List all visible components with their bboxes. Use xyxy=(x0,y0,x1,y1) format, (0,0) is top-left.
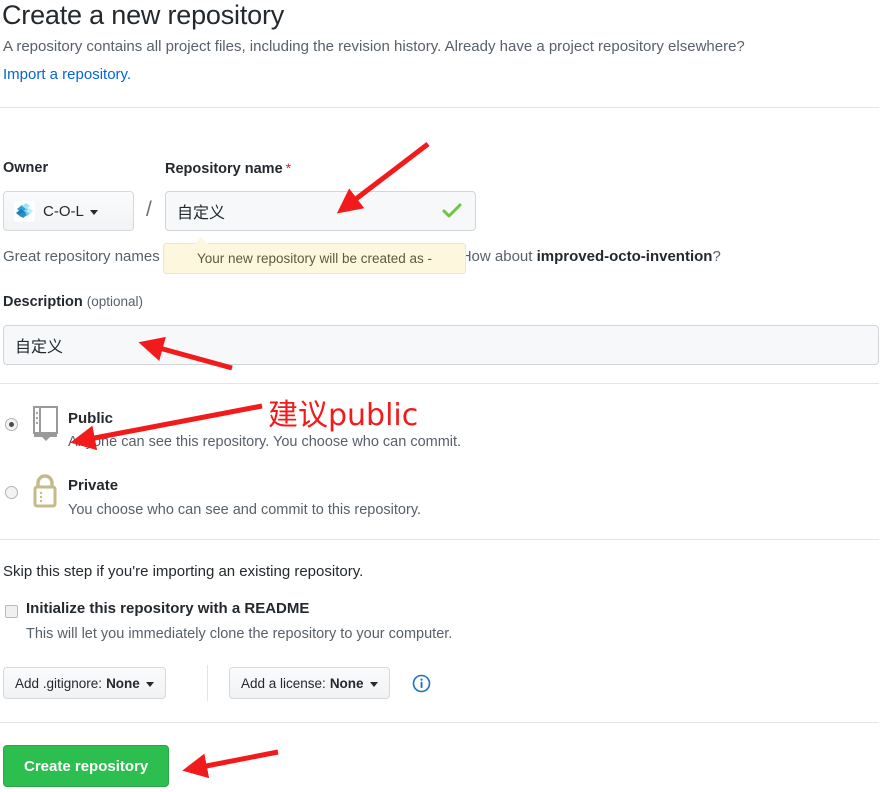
check-icon xyxy=(441,202,463,220)
required-marker: * xyxy=(285,160,292,176)
radio-private[interactable] xyxy=(5,486,18,499)
visibility-private-description: You choose who can see and commit to thi… xyxy=(68,502,422,518)
radio-public[interactable] xyxy=(5,418,18,431)
repository-name-label: Repository name * xyxy=(165,160,291,177)
create-repository-button[interactable]: Create repository xyxy=(3,745,170,787)
repository-name-tooltip: Your new repository will be created as - xyxy=(163,236,466,274)
gitignore-dropdown[interactable]: Add .gitignore: None xyxy=(3,667,166,699)
owner-avatar-icon xyxy=(14,200,35,222)
page-title: Create a new repository xyxy=(2,0,285,30)
license-value: None xyxy=(329,675,364,691)
owner-label: Owner xyxy=(3,160,49,176)
gitignore-value: None xyxy=(106,675,140,691)
lock-icon xyxy=(28,471,62,511)
repository-name-field[interactable] xyxy=(165,191,476,231)
gitignore-label: Add .gitignore: xyxy=(15,675,103,691)
divider-header xyxy=(0,107,879,108)
repo-book-icon xyxy=(28,404,62,444)
dropdown-separator xyxy=(207,665,208,701)
visibility-option-private[interactable]: Private You choose who can see and commi… xyxy=(0,468,600,523)
readme-checkbox[interactable] xyxy=(5,605,18,618)
annotation-public-note: 建议public xyxy=(268,398,419,433)
repository-name-input[interactable] xyxy=(166,202,441,220)
visibility-public-title: Public xyxy=(68,410,114,427)
repository-name-label-text: Repository name xyxy=(165,161,283,177)
hint-suffix: ? xyxy=(712,248,721,265)
hint-suggestion: improved-octo-invention xyxy=(536,248,713,265)
chevron-down-icon xyxy=(369,681,378,687)
visibility-private-title: Private xyxy=(68,477,119,494)
description-field[interactable] xyxy=(3,325,879,365)
description-label-text: Description xyxy=(3,294,83,310)
page-subtitle: A repository contains all project files,… xyxy=(3,38,745,55)
owner-repo-separator: / xyxy=(146,198,152,221)
description-optional-note: (optional) xyxy=(86,294,144,309)
create-repository-page: Create a new repository A repository con… xyxy=(0,0,883,792)
divider-initialize xyxy=(0,539,879,540)
readme-description: This will let you immediately clone the … xyxy=(26,626,453,642)
owner-name-label: C-O-L xyxy=(43,202,84,220)
chevron-down-icon xyxy=(145,681,154,687)
readme-label: Initialize this repository with a README xyxy=(26,600,310,617)
description-label: Description (optional) xyxy=(3,294,143,310)
license-label: Add a license: xyxy=(241,675,326,691)
description-input[interactable] xyxy=(4,326,878,364)
divider-submit xyxy=(0,722,879,723)
owner-dropdown[interactable]: C-O-L xyxy=(3,191,134,231)
visibility-public-description: Anyone can see this repository. You choo… xyxy=(68,434,462,450)
license-dropdown[interactable]: Add a license: None xyxy=(229,667,390,699)
divider-visibility xyxy=(0,383,879,384)
chevron-down-icon xyxy=(89,209,98,215)
import-repository-link[interactable]: Import a repository. xyxy=(3,66,131,83)
info-icon[interactable] xyxy=(412,674,431,693)
skip-step-text: Skip this step if you're importing an ex… xyxy=(3,563,364,580)
